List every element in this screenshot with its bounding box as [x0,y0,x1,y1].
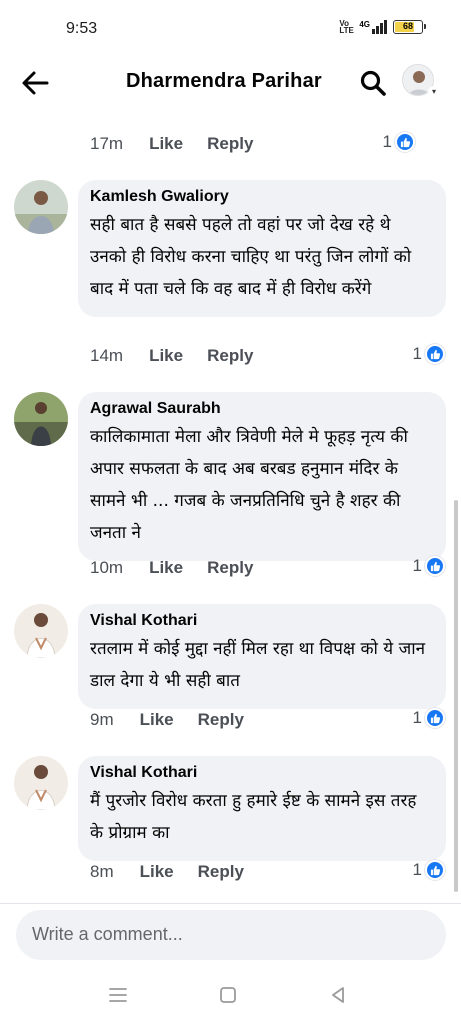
divider [0,903,461,904]
comment-bubble: Agrawal Saurabh कालिकामाता मेला और त्रिव… [78,392,446,561]
comment-meta: 9m Like Reply [90,708,244,732]
battery-level: 68 [402,21,413,31]
like-button[interactable]: Like [140,710,174,730]
reaction-summary[interactable]: 1 [413,860,445,880]
reaction-summary[interactable]: 1 [413,556,445,576]
reaction-count: 1 [412,708,422,727]
reaction-summary[interactable]: 1 [413,708,445,728]
comment-author[interactable]: Vishal Kothari [90,612,432,630]
comment-time: 9m [90,710,114,729]
comment-meta: 14m Like Reply [90,344,253,368]
like-button[interactable]: Like [149,558,183,578]
like-reaction-icon [425,556,445,576]
reply-button[interactable]: Reply [198,862,244,882]
back-arrow-icon[interactable] [20,69,50,97]
comment-author[interactable]: Agrawal Saurabh [90,400,432,418]
comment-time: 8m [90,862,114,881]
home-icon[interactable] [219,986,237,1004]
comment-thread: 17m Like Reply 1 Kamlesh Gwaliory सही बा… [0,112,461,902]
comment-input-placeholder: Write a comment... [32,924,183,944]
chevron-down-icon: ▾ [428,86,440,98]
comment-text: रतलाम में कोई मुद्दा नहीं मिल रहा था विप… [90,639,426,691]
comment-text: कालिकामाता मेला और त्रिवेणी मेले मे फूहड… [90,427,408,543]
like-button[interactable]: Like [149,134,183,154]
comment-meta: 8m Like Reply [90,860,244,884]
like-button[interactable]: Like [149,346,183,366]
page-title: Dharmendra Parihar [126,70,322,92]
reply-button[interactable]: Reply [207,346,253,366]
system-nav-bar [0,970,461,1024]
like-reaction-icon [425,708,445,728]
comment-bubble: Vishal Kothari मैं पुरजोर विरोध करता हु … [78,756,446,861]
avatar[interactable] [14,604,68,658]
avatar[interactable] [14,756,68,810]
comment-author[interactable]: Kamlesh Gwaliory [90,188,432,206]
scrollbar[interactable] [454,500,458,892]
avatar[interactable] [14,392,68,446]
reply-button[interactable]: Reply [207,134,253,154]
comment-meta: 17m Like Reply [90,132,253,156]
comment-text: मैं पुरजोर विरोध करता हु हमारे ईष्ट के स… [90,791,417,843]
reaction-summary[interactable]: 1 [413,344,445,364]
search-icon[interactable] [359,69,387,97]
comment-time: 10m [90,558,124,577]
battery-icon: 68 [393,20,426,34]
reply-button[interactable]: Reply [207,558,253,578]
reaction-summary[interactable]: 1 [383,132,415,152]
comment-text: सही बात है सबसे पहले तो वहां पर जो देख र… [90,215,412,299]
comment-bubble: Kamlesh Gwaliory सही बात है सबसे पहले तो… [78,180,446,317]
signal-icon: 4G [359,20,387,34]
comment-bubble: Vishal Kothari रतलाम में कोई मुद्दा नहीं… [78,604,446,709]
reaction-count: 1 [382,132,392,151]
reaction-count: 1 [412,556,422,575]
comment-input[interactable]: Write a comment... [16,910,446,960]
like-reaction-icon [425,860,445,880]
network-type: 4G [359,20,370,29]
back-icon[interactable] [329,986,347,1004]
avatar[interactable] [14,180,68,234]
reaction-count: 1 [412,344,422,363]
like-button[interactable]: Like [140,862,174,882]
profile-menu-button[interactable]: ▾ [402,64,440,102]
like-reaction-icon [395,132,415,152]
comment-author[interactable]: Vishal Kothari [90,764,432,782]
reply-button[interactable]: Reply [198,710,244,730]
app-header: Dharmendra Parihar ▾ [0,56,461,110]
comment-meta: 10m Like Reply [90,556,253,580]
menu-icon[interactable] [108,986,128,1004]
comment-time: 17m [90,134,124,153]
status-time: 9:53 [66,20,98,37]
like-reaction-icon [425,344,445,364]
comment-time: 14m [90,346,124,365]
status-icons: Vo LTE 4G 68 [339,19,426,35]
reaction-count: 1 [412,860,422,879]
status-bar: 9:53 Vo LTE 4G 68 [0,0,461,62]
volte-icon: Vo LTE [339,19,354,35]
